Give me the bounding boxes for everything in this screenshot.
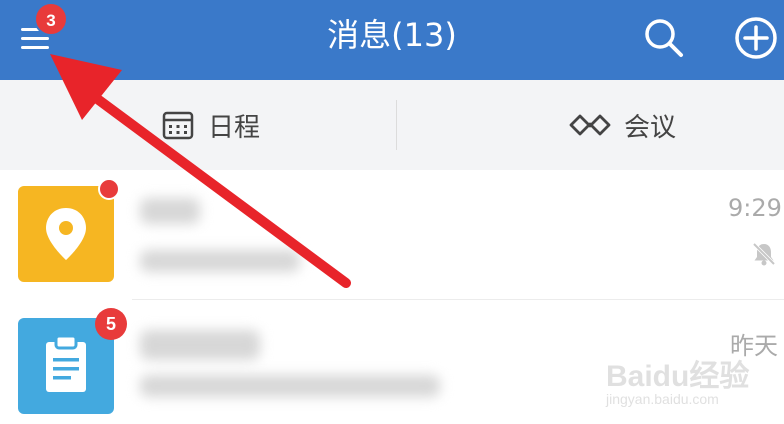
location-pin-icon — [46, 208, 86, 260]
muted-bell-icon — [752, 242, 776, 266]
hamburger-menu-line — [21, 37, 49, 40]
search-button[interactable] — [640, 14, 688, 62]
unread-dot — [98, 178, 120, 200]
plus-circle-icon — [735, 17, 777, 59]
tab-meeting[interactable]: 会议 — [568, 80, 676, 170]
avatar-location — [18, 186, 114, 282]
watermark: Baidu经验 jingyan.baidu.com — [600, 345, 780, 415]
menu-button[interactable]: 3 — [18, 2, 68, 58]
tab-schedule[interactable]: 日程 — [160, 80, 260, 170]
calendar-icon — [162, 111, 194, 140]
blurred-sender — [140, 330, 260, 360]
tab-schedule-label: 日程 — [208, 112, 261, 143]
top-bar: 3 消息(13) — [0, 0, 784, 80]
blurred-preview — [140, 375, 440, 397]
add-button[interactable] — [732, 14, 780, 62]
blurred-sender — [140, 198, 200, 224]
watermark-brand: Baidu经验 — [606, 360, 750, 393]
blurred-preview — [140, 250, 300, 272]
tab-meeting-label: 会议 — [624, 112, 677, 143]
search-icon — [645, 19, 683, 57]
menu-badge: 3 — [34, 2, 68, 36]
tab-divider — [396, 100, 397, 150]
meeting-infinity-icon — [569, 114, 611, 136]
hamburger-menu-line — [21, 46, 49, 49]
quick-tab-bar: 日程 会议 — [0, 80, 784, 170]
unread-count-badge: 5 — [95, 308, 127, 340]
message-time: 9:29 — [728, 194, 782, 222]
watermark-url: jingyan.baidu.com — [606, 391, 719, 407]
